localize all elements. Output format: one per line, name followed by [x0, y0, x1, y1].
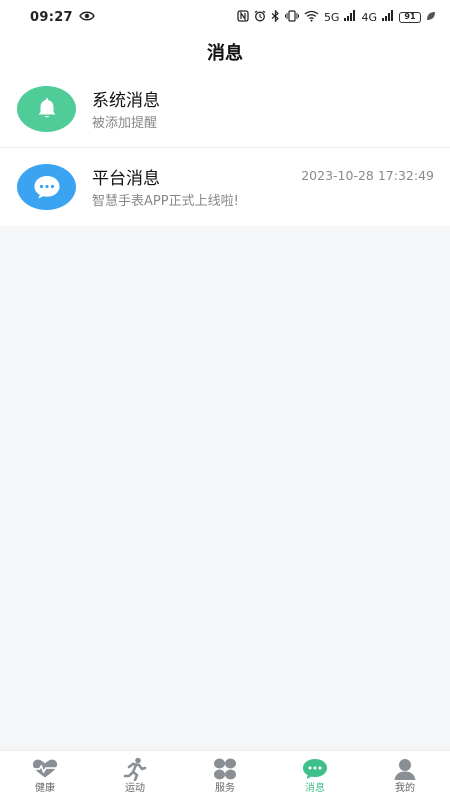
tab-label: 消息: [305, 783, 325, 794]
eye-icon: [79, 10, 95, 24]
page-header: 消息: [0, 34, 450, 70]
message-timestamp: 2023-10-28 17:32:49: [301, 168, 434, 183]
message-item-platform[interactable]: 平台消息 智慧手表APP正式上线啦! 2023-10-28 17:32:49: [0, 148, 450, 226]
bottom-tab-bar: 健康 运动 服务 消息 我的: [0, 750, 450, 800]
message-text: 系统消息 被添加提醒: [92, 90, 438, 133]
tab-label: 服务: [215, 783, 235, 794]
network-label-4g: 4G: [361, 10, 377, 24]
message-subtitle: 被添加提醒: [92, 116, 158, 131]
status-right: 5G 4G 91: [237, 9, 436, 25]
message-icon: [301, 757, 329, 781]
bell-icon: [17, 86, 76, 132]
message-subtitle: 智慧手表APP正式上线啦!: [92, 194, 239, 209]
tab-messages[interactable]: 消息: [270, 751, 360, 800]
leaf-icon: [426, 10, 436, 24]
tab-service[interactable]: 服务: [180, 751, 270, 800]
chat-icon: [17, 164, 76, 210]
battery-indicator: 91: [399, 11, 421, 23]
nfc-icon: [237, 9, 249, 25]
tab-health[interactable]: 健康: [0, 751, 90, 800]
status-time: 09:27: [30, 9, 73, 25]
status-bar: 09:27 5G 4G 91: [0, 0, 450, 34]
message-list: 系统消息 被添加提醒 平台消息 智慧手表APP正式上线啦! 2023-10-28…: [0, 70, 450, 226]
person-icon: [391, 757, 419, 781]
vibrate-icon: [284, 9, 299, 25]
tab-label: 健康: [35, 783, 55, 794]
tab-profile[interactable]: 我的: [360, 751, 450, 800]
signal-icon-2: [382, 10, 394, 24]
signal-icon: [344, 10, 356, 24]
tab-sport[interactable]: 运动: [90, 751, 180, 800]
runner-icon: [121, 757, 149, 781]
status-left: 09:27: [30, 10, 95, 25]
page-title: 消息: [207, 43, 243, 64]
tab-label: 运动: [125, 783, 145, 794]
alarm-icon: [254, 10, 266, 25]
network-label-5g: 5G: [323, 10, 340, 24]
heart-pulse-icon: [31, 757, 59, 781]
message-title: 系统消息: [92, 91, 160, 111]
wifi-icon: [304, 10, 319, 25]
grid-icon: [211, 757, 239, 781]
bluetooth-icon: [271, 9, 280, 25]
message-item-system[interactable]: 系统消息 被添加提醒: [0, 70, 450, 148]
tab-label: 我的: [395, 783, 415, 794]
